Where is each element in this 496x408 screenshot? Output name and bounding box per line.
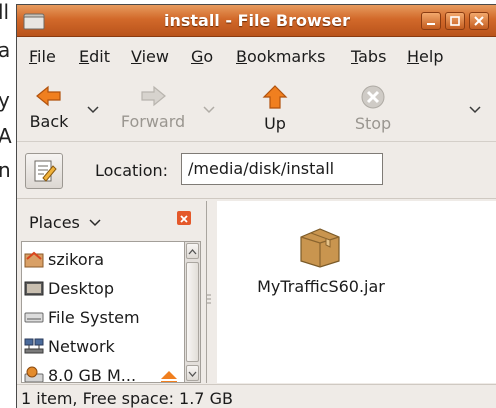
sidebar-item-usb-drive[interactable]: 8.0 GB M...: [22, 362, 184, 383]
location-bar: Location: /media/disk/install: [17, 143, 496, 199]
up-arrow-icon: [262, 85, 288, 109]
scroll-thumb[interactable]: [186, 262, 199, 362]
sidebar-item-home[interactable]: szikora: [22, 246, 184, 275]
menu-go[interactable]: Go: [191, 47, 213, 66]
background-text-line: ll: [0, 0, 10, 24]
sidebar-item-label: 8.0 GB M...: [48, 366, 137, 383]
file-name: MyTrafficS60.jar: [257, 277, 385, 296]
menu-view[interactable]: View: [131, 47, 169, 66]
network-icon: [24, 338, 44, 354]
sidebar-item-label: szikora: [48, 250, 105, 269]
menu-edit[interactable]: Edit: [79, 47, 110, 66]
status-bar: 1 item, Free space: 1.7 GB: [17, 384, 496, 408]
scroll-down-button[interactable]: [186, 365, 199, 381]
close-icon: [180, 215, 188, 223]
sidebar-item-label: File System: [48, 308, 140, 327]
maximize-icon: [450, 16, 460, 26]
chevron-up-icon: [188, 249, 197, 255]
toolbar-overflow-dropdown[interactable]: [469, 106, 481, 114]
menu-tabs[interactable]: Tabs: [351, 47, 386, 66]
sidebar-item-file-system[interactable]: File System: [22, 304, 184, 333]
back-arrow-icon: [36, 85, 61, 107]
back-history-dropdown[interactable]: [87, 106, 99, 114]
minimize-button[interactable]: [421, 12, 441, 30]
back-label: Back: [29, 112, 69, 131]
edit-location-icon: [34, 160, 57, 182]
location-label: Location:: [95, 161, 169, 180]
places-dropdown[interactable]: Places: [21, 205, 203, 235]
sidebar-item-label: Network: [48, 337, 115, 356]
places-sidebar: Places szikora Desktop File System Netwo…: [17, 201, 207, 383]
close-sidebar-button[interactable]: [177, 211, 191, 225]
eject-icon[interactable]: [160, 370, 178, 383]
stop-label: Stop: [354, 114, 392, 133]
background-text-line: y: [0, 88, 10, 112]
menu-file[interactable]: File: [29, 47, 56, 66]
usb-drive-icon: [24, 366, 44, 382]
toolbar: Back Forward Up Stop: [17, 72, 496, 142]
title-bar[interactable]: install - File Browser: [17, 5, 496, 37]
stop-icon: [361, 85, 385, 109]
forward-button[interactable]: Forward: [115, 84, 191, 131]
forward-label: Forward: [120, 112, 186, 131]
close-icon: [474, 16, 484, 26]
maximize-button[interactable]: [445, 12, 465, 30]
home-folder-icon: [24, 251, 44, 268]
package-icon: [300, 228, 340, 268]
up-label: Up: [264, 114, 286, 133]
forward-arrow-icon: [141, 85, 166, 107]
desktop-icon: [24, 281, 44, 296]
close-button[interactable]: [469, 12, 489, 30]
chevron-down-icon: [89, 219, 101, 227]
background-text-line: n: [0, 158, 11, 182]
status-text: 1 item, Free space: 1.7 GB: [21, 389, 233, 408]
up-button[interactable]: Up: [257, 84, 293, 133]
places-label: Places: [29, 213, 80, 232]
menu-help[interactable]: Help: [407, 47, 443, 66]
pane-resize-handle[interactable]: [207, 293, 211, 307]
menu-bar: File Edit View Go Bookmarks Tabs Help: [17, 38, 496, 72]
drive-icon: [24, 312, 44, 323]
sidebar-item-desktop[interactable]: Desktop: [22, 275, 184, 304]
places-scrollbar[interactable]: [185, 241, 201, 383]
menu-bookmarks[interactable]: Bookmarks: [236, 47, 325, 66]
scroll-up-button[interactable]: [186, 243, 199, 259]
background-text-line: A: [0, 124, 12, 148]
sidebar-item-network[interactable]: Network: [22, 333, 184, 362]
toggle-location-button[interactable]: [25, 153, 63, 189]
places-list: szikora Desktop File System Network 8.0 …: [21, 241, 185, 383]
back-button[interactable]: Back: [25, 84, 73, 131]
minimize-icon: [427, 23, 435, 25]
forward-history-dropdown[interactable]: [203, 106, 215, 114]
stop-button[interactable]: Stop: [351, 84, 395, 133]
background-text-line: a: [0, 38, 11, 62]
chevron-down-icon: [188, 371, 197, 377]
file-view: MyTrafficS60.jar: [217, 201, 496, 383]
location-input[interactable]: /media/disk/install: [181, 153, 383, 185]
sidebar-item-label: Desktop: [48, 279, 114, 298]
file-browser-window: install - File Browser File Edit View Go…: [16, 4, 496, 408]
